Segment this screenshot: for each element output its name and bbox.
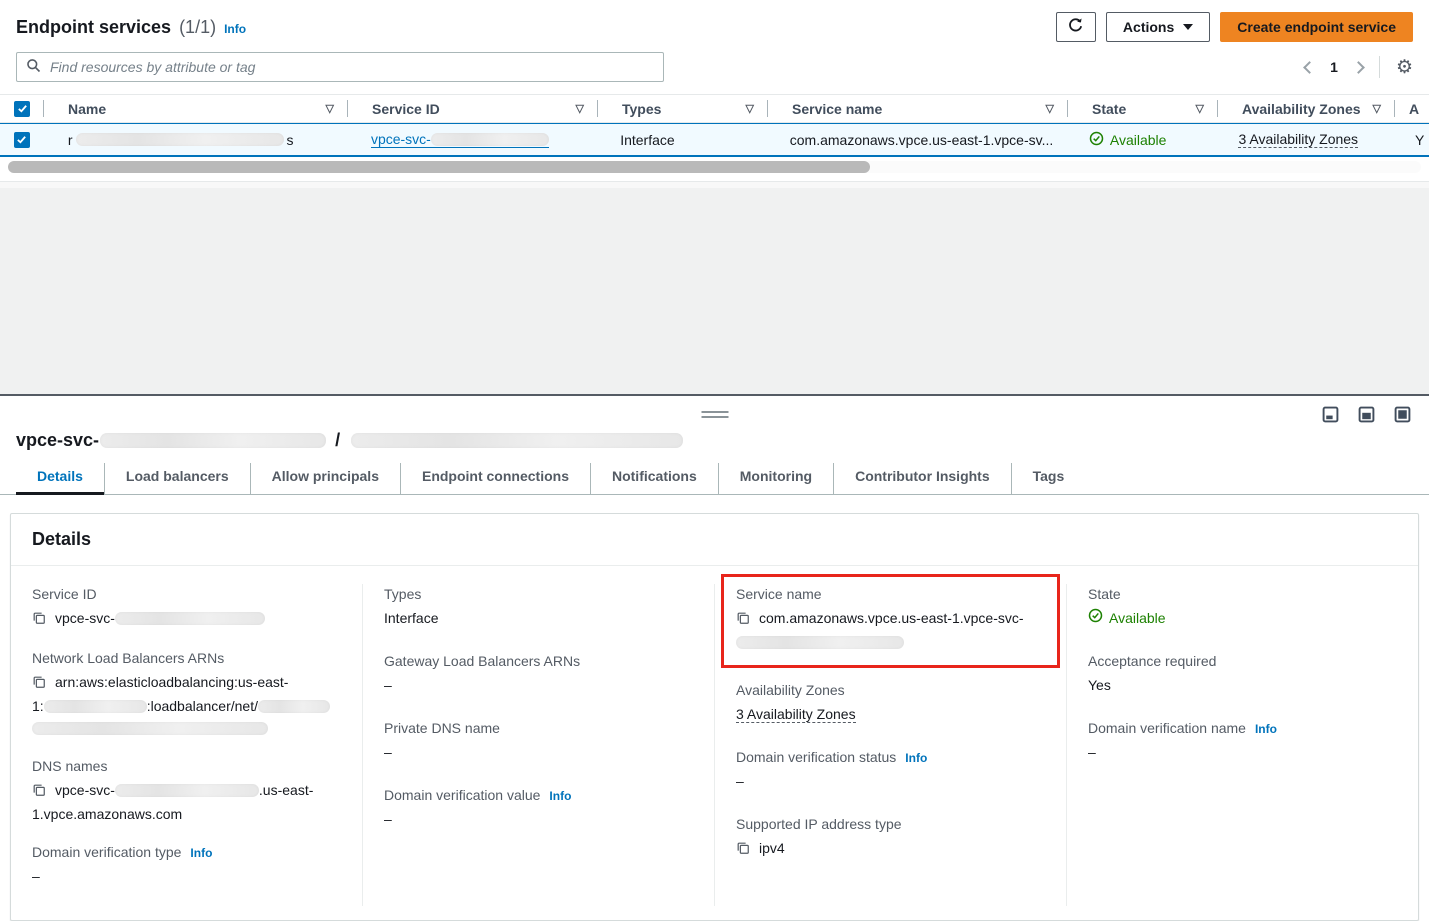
- field-types: Types Interface: [384, 586, 693, 629]
- available-check-icon: [1089, 131, 1104, 149]
- service-name-highlight-box: Service name com.amazonaws.vpce.us-east-…: [721, 574, 1060, 668]
- filter-icon[interactable]: ▽: [326, 102, 334, 115]
- row-service-name: com.amazonaws.vpce.us-east-1.vpce-sv...: [766, 124, 1065, 155]
- info-link[interactable]: Info: [190, 846, 212, 860]
- column-header-service-id[interactable]: Service ID ▽: [348, 95, 598, 122]
- copy-icon[interactable]: [736, 609, 750, 631]
- field-glb-arns: Gateway Load Balancers ARNs –: [384, 653, 693, 696]
- row-state: Available: [1089, 131, 1167, 149]
- field-availability-zones: Availability Zones 3 Availability Zones: [736, 682, 1045, 725]
- field-domain-verification-type: Domain verification type Info –: [32, 844, 341, 887]
- settings-gear-icon[interactable]: ⚙: [1396, 58, 1413, 77]
- empty-area: [0, 182, 1429, 394]
- field-nlb-arns: Network Load Balancers ARNs arn:aws:elas…: [32, 650, 341, 739]
- page-title: Endpoint services: [16, 17, 171, 38]
- tab-notifications[interactable]: Notifications: [590, 463, 718, 494]
- filter-icon[interactable]: ▽: [746, 102, 754, 115]
- panel-tabs: Details Load balancers Allow principals …: [0, 463, 1429, 495]
- column-header-availability-zones[interactable]: Availability Zones ▽: [1218, 95, 1395, 122]
- panel-size-controls: [1322, 406, 1411, 426]
- tab-load-balancers[interactable]: Load balancers: [104, 463, 250, 494]
- row-checkbox[interactable]: [14, 132, 30, 148]
- details-column-3: Service name com.amazonaws.vpce.us-east-…: [714, 584, 1066, 906]
- table-header-row: Name ▽ Service ID ▽ Types ▽ Service name…: [0, 94, 1429, 123]
- details-column-1: Service ID vpce-svc- Network Load Balanc…: [11, 584, 362, 906]
- field-dns-names: DNS names vpce-svc-.us-east- 1.vpce.amaz…: [32, 758, 341, 825]
- filter-icon[interactable]: ▽: [576, 102, 584, 115]
- field-private-dns-name: Private DNS name –: [384, 720, 693, 763]
- panel-size-small-icon[interactable]: [1322, 406, 1339, 426]
- field-domain-verification-name: Domain verification name Info –: [1088, 720, 1397, 763]
- filter-icon[interactable]: ▽: [1196, 102, 1204, 115]
- details-column-2: Types Interface Gateway Load Balancers A…: [362, 584, 714, 906]
- info-link[interactable]: Info: [905, 751, 927, 765]
- scrollbar-thumb[interactable]: [8, 161, 870, 173]
- refresh-button[interactable]: [1056, 12, 1096, 42]
- field-state: State Available: [1088, 586, 1397, 629]
- column-header-name[interactable]: Name ▽: [44, 95, 348, 122]
- field-service-id: Service ID vpce-svc-: [32, 586, 341, 631]
- page-number[interactable]: 1: [1330, 59, 1338, 75]
- search-icon: [26, 58, 41, 76]
- copy-icon[interactable]: [736, 839, 750, 861]
- caret-down-icon: [1183, 24, 1193, 30]
- tab-tags[interactable]: Tags: [1011, 463, 1086, 494]
- field-service-name: Service name com.amazonaws.vpce.us-east-…: [736, 586, 1045, 653]
- field-domain-verification-status: Domain verification status Info –: [736, 749, 1045, 792]
- details-card-title: Details: [11, 514, 1418, 566]
- tab-monitoring[interactable]: Monitoring: [718, 463, 833, 494]
- panel-drag-handle-icon[interactable]: [701, 411, 728, 421]
- field-acceptance-required: Acceptance required Yes: [1088, 653, 1397, 696]
- tab-contributor-insights[interactable]: Contributor Insights: [833, 463, 1011, 494]
- endpoint-services-header: Endpoint services (1/1) Info Actions Cre…: [0, 0, 1429, 50]
- column-header-types[interactable]: Types ▽: [598, 95, 768, 122]
- copy-icon[interactable]: [32, 609, 46, 631]
- table-toolbar: 1 ⚙: [0, 50, 1429, 94]
- state-value: Available: [1088, 607, 1166, 629]
- copy-icon[interactable]: [32, 781, 46, 803]
- table-bottom-border: [0, 173, 1429, 182]
- row-acceptance: Y: [1391, 124, 1429, 155]
- panel-title: vpce-svc- /: [0, 396, 1429, 463]
- tab-allow-principals[interactable]: Allow principals: [250, 463, 400, 494]
- field-supported-ip: Supported IP address type ipv4: [736, 816, 1045, 861]
- availability-zones-link[interactable]: 3 Availability Zones: [1238, 131, 1358, 148]
- actions-button[interactable]: Actions: [1106, 12, 1210, 42]
- panel-size-half-icon[interactable]: [1358, 406, 1375, 426]
- details-card: Details Service ID vpce-svc- Network Loa…: [10, 513, 1419, 921]
- horizontal-scrollbar[interactable]: [8, 161, 1421, 173]
- info-link[interactable]: Info: [549, 789, 571, 803]
- field-domain-verification-value: Domain verification value Info –: [384, 787, 693, 830]
- column-header-acceptance[interactable]: A: [1395, 95, 1429, 122]
- search-box[interactable]: [16, 52, 664, 82]
- pagination: 1 ⚙: [1305, 56, 1413, 78]
- next-page-icon[interactable]: [1352, 61, 1365, 74]
- column-header-service-name[interactable]: Service name ▽: [768, 95, 1068, 122]
- table-row[interactable]: rs vpce-svc- Interface com.amazonaws.vpc…: [0, 123, 1429, 157]
- tab-endpoint-connections[interactable]: Endpoint connections: [400, 463, 590, 494]
- filter-icon[interactable]: ▽: [1373, 102, 1381, 115]
- create-endpoint-service-button[interactable]: Create endpoint service: [1220, 12, 1413, 42]
- info-link[interactable]: Info: [1255, 722, 1277, 736]
- service-id-link[interactable]: vpce-svc-: [371, 131, 549, 148]
- refresh-icon: [1067, 17, 1084, 37]
- info-link[interactable]: Info: [224, 22, 246, 36]
- copy-icon[interactable]: [32, 673, 46, 695]
- availability-zones-link[interactable]: 3 Availability Zones: [736, 706, 856, 723]
- row-types: Interface: [596, 124, 766, 155]
- panel-size-full-icon[interactable]: [1394, 406, 1411, 426]
- split-panel: vpce-svc- / Details Load balancers Allow…: [0, 394, 1429, 885]
- select-all-checkbox[interactable]: [14, 101, 30, 117]
- column-header-state[interactable]: State ▽: [1068, 95, 1218, 122]
- tab-details[interactable]: Details: [16, 463, 104, 494]
- page-count: (1/1): [179, 17, 216, 38]
- previous-page-icon[interactable]: [1303, 61, 1316, 74]
- available-check-icon: [1088, 607, 1103, 629]
- row-name: rs: [44, 124, 347, 155]
- divider: [1379, 56, 1380, 78]
- filter-icon[interactable]: ▽: [1046, 102, 1054, 115]
- details-column-4: State Available Acceptance: [1066, 584, 1418, 906]
- search-input[interactable]: [48, 58, 654, 76]
